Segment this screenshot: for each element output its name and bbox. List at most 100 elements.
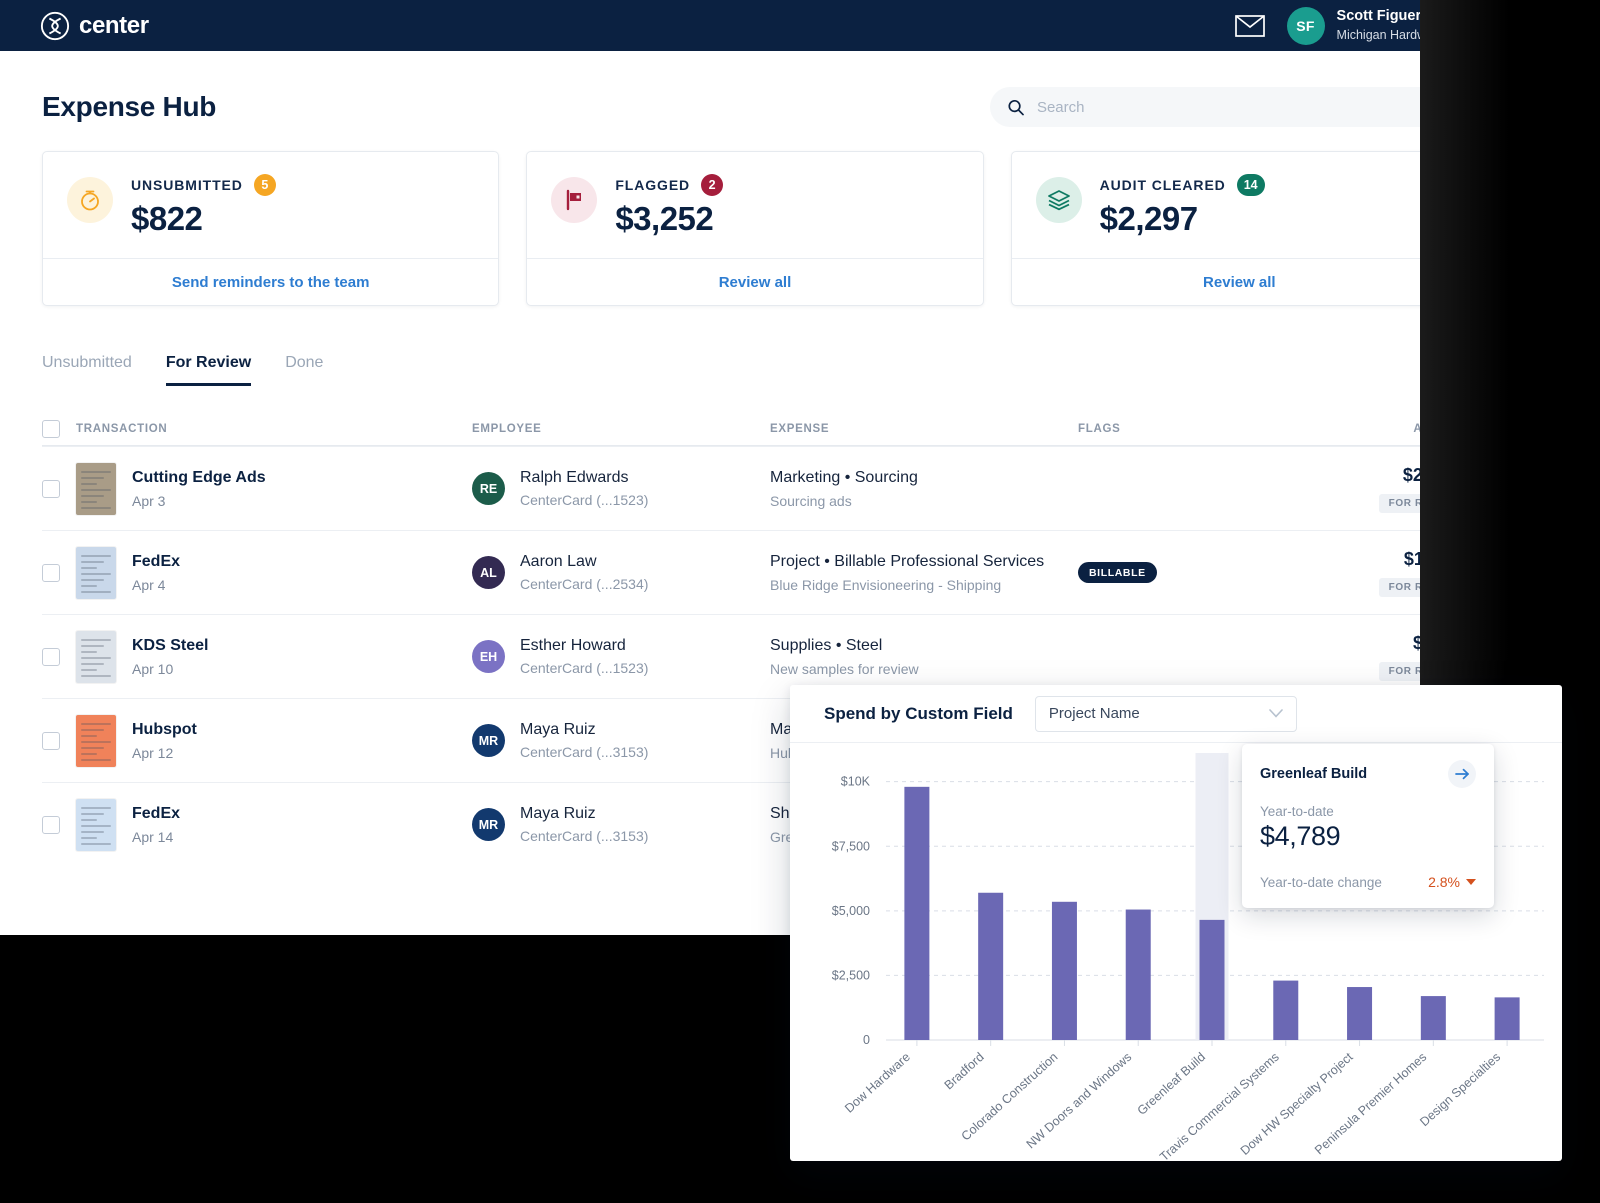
- bar-peninsula-premier-homes[interactable]: [1420, 996, 1446, 1040]
- receipt-thumbnail[interactable]: [76, 714, 116, 767]
- row-checkbox[interactable]: [42, 563, 60, 582]
- bar-design-specialties[interactable]: [1494, 997, 1520, 1040]
- caret-down-icon: [1466, 879, 1476, 885]
- receipt-thumbnail[interactable]: [76, 546, 116, 599]
- tooltip-title: Greenleaf Build: [1260, 766, 1368, 782]
- row-select-cell: [42, 479, 76, 498]
- bar-colorado-construction[interactable]: [1051, 901, 1077, 1040]
- chart-tooltip-card: Greenleaf Build Year-to-date $4,789 Year…: [1242, 744, 1494, 908]
- x-axis-category-label: Travis Commercial Systems: [1157, 1050, 1282, 1161]
- mail-icon[interactable]: [1234, 14, 1265, 37]
- tooltip-change-row: Year-to-date change 2.8%: [1260, 874, 1476, 890]
- expense-description: Sourcing ads: [770, 492, 852, 509]
- x-axis-category-label: Design Specialties: [1417, 1050, 1503, 1129]
- layers-icon: [1035, 177, 1082, 223]
- search-input[interactable]: [1034, 97, 1450, 117]
- review-all-link-flagged[interactable]: Review all: [719, 274, 792, 291]
- receipt-thumbnail[interactable]: [76, 462, 116, 515]
- y-axis-tick-label: 0: [863, 1033, 870, 1047]
- table-header-row: TRANSACTION EMPLOYEE EXPENSE FLAGS AMOUN…: [42, 412, 1468, 446]
- arrow-right-icon[interactable]: [1448, 760, 1476, 788]
- brand-logo[interactable]: center: [40, 11, 149, 41]
- y-axis-tick-label: $10K: [841, 775, 871, 789]
- tooltip-change-value: 2.8%: [1428, 874, 1460, 890]
- card-footer: Review all: [527, 258, 983, 305]
- employee-name: Ralph Edwards: [520, 469, 629, 486]
- tooltip-change-label: Year-to-date change: [1260, 874, 1382, 890]
- employee-card: CenterCard (...1523): [520, 492, 649, 508]
- chart-header: Spend by Custom Field Project Name: [790, 685, 1562, 743]
- send-reminders-link[interactable]: Send reminders to the team: [172, 274, 370, 291]
- expense-cell: Project • Billable Professional Services…: [770, 553, 1078, 593]
- expense-cell: Supplies • Steel New samples for review: [770, 637, 1078, 677]
- bar-dow-hardware[interactable]: [904, 786, 930, 1040]
- column-header-employee: EMPLOYEE: [472, 422, 542, 435]
- search-icon: [1008, 99, 1024, 115]
- bar-bradford[interactable]: [978, 892, 1004, 1040]
- tooltip-ytd-label: Year-to-date: [1260, 804, 1334, 819]
- summary-card-unsubmitted[interactable]: UNSUBMITTED 5 $822 Send reminders to the…: [42, 151, 500, 306]
- custom-field-select[interactable]: Project Name: [1034, 695, 1297, 732]
- summary-card-flagged[interactable]: FLAGGED 2 $3,252 Review all: [526, 151, 984, 306]
- row-checkbox[interactable]: [42, 815, 60, 834]
- tab-done[interactable]: Done: [285, 354, 323, 386]
- transaction-cell: Cutting Edge Ads Apr 3: [76, 462, 472, 515]
- card-body: FLAGGED 2 $3,252: [527, 152, 982, 258]
- employee-name: Aaron Law: [520, 553, 597, 570]
- receipt-thumbnail[interactable]: [76, 798, 116, 851]
- employee-cell: AL Aaron Law CenterCard (...2534): [472, 553, 770, 592]
- tooltip-ytd-value: $4,789: [1260, 821, 1341, 851]
- receipt-lines: [76, 715, 116, 767]
- x-axis-category-label: Dow Hardware: [842, 1050, 913, 1116]
- status-badge: 5: [253, 174, 276, 196]
- receipt-lines: [76, 631, 116, 683]
- row-checkbox[interactable]: [42, 479, 60, 498]
- card-amount: $3,252: [615, 200, 714, 237]
- row-checkbox[interactable]: [42, 731, 60, 750]
- search-bar[interactable]: [990, 87, 1468, 127]
- avatar: SF: [1286, 6, 1325, 45]
- select-all-checkbox[interactable]: [42, 419, 60, 438]
- bar-dow-hw-specialty-project[interactable]: [1347, 987, 1373, 1040]
- merchant-name: KDS Steel: [132, 636, 209, 654]
- bar-travis-commercial-systems[interactable]: [1273, 980, 1299, 1040]
- receipt-lines: [76, 799, 116, 851]
- review-all-link-audit[interactable]: Review all: [1203, 274, 1276, 291]
- y-axis-tick-label: $2,500: [832, 968, 870, 982]
- bar-greenleaf-build[interactable]: [1199, 919, 1225, 1040]
- row-checkbox[interactable]: [42, 647, 60, 666]
- custom-field-select-value: Project Name: [1048, 705, 1140, 722]
- x-axis-category-label: Greenleaf Build: [1135, 1050, 1208, 1118]
- employee-avatar: EH: [472, 640, 505, 673]
- brand-wordmark: center: [79, 11, 149, 39]
- center-logo-icon: [40, 11, 70, 40]
- screen-root: center SF Scott Figueroa Michigan Hardwa…: [0, 0, 1600, 1203]
- transaction-date: Apr 14: [132, 828, 174, 845]
- stopwatch-icon: [67, 177, 113, 223]
- y-axis-tick-label: $7,500: [832, 839, 870, 853]
- page-title: Expense Hub: [42, 91, 217, 122]
- table-row[interactable]: Cutting Edge Ads Apr 3 RE Ralph Edwards …: [42, 446, 1468, 530]
- row-select-cell: [42, 815, 76, 834]
- employee-avatar: RE: [472, 472, 505, 505]
- bar-nw-doors-and-windows[interactable]: [1125, 909, 1151, 1040]
- chevron-down-icon: [1269, 709, 1283, 718]
- expense-cell: Marketing • Sourcing Sourcing ads: [770, 469, 1078, 509]
- tab-for-review[interactable]: For Review: [165, 354, 252, 386]
- transaction-date: Apr 3: [132, 492, 166, 509]
- card-label-row: AUDIT CLEARED 14: [1100, 174, 1265, 196]
- tab-unsubmitted[interactable]: Unsubmitted: [42, 354, 132, 386]
- transaction-cell: Hubspot Apr 12: [76, 714, 472, 767]
- employee-card: CenterCard (...1523): [520, 660, 649, 676]
- employee-cell: MR Maya Ruiz CenterCard (...3153): [472, 805, 770, 844]
- receipt-lines: [76, 547, 116, 599]
- expense-category: Marketing • Sourcing: [770, 468, 918, 486]
- employee-cell: RE Ralph Edwards CenterCard (...1523): [472, 469, 770, 508]
- receipt-thumbnail[interactable]: [76, 630, 116, 683]
- table-row[interactable]: FedEx Apr 4 AL Aaron Law CenterCard (...…: [42, 530, 1468, 614]
- employee-avatar: AL: [472, 556, 505, 589]
- summary-card-audit-cleared[interactable]: AUDIT CLEARED 14 $2,297 Review all: [1010, 151, 1468, 306]
- row-select-cell: [42, 647, 76, 666]
- y-axis-tick-label: $5,000: [832, 904, 870, 918]
- employee-card: CenterCard (...2534): [520, 576, 649, 592]
